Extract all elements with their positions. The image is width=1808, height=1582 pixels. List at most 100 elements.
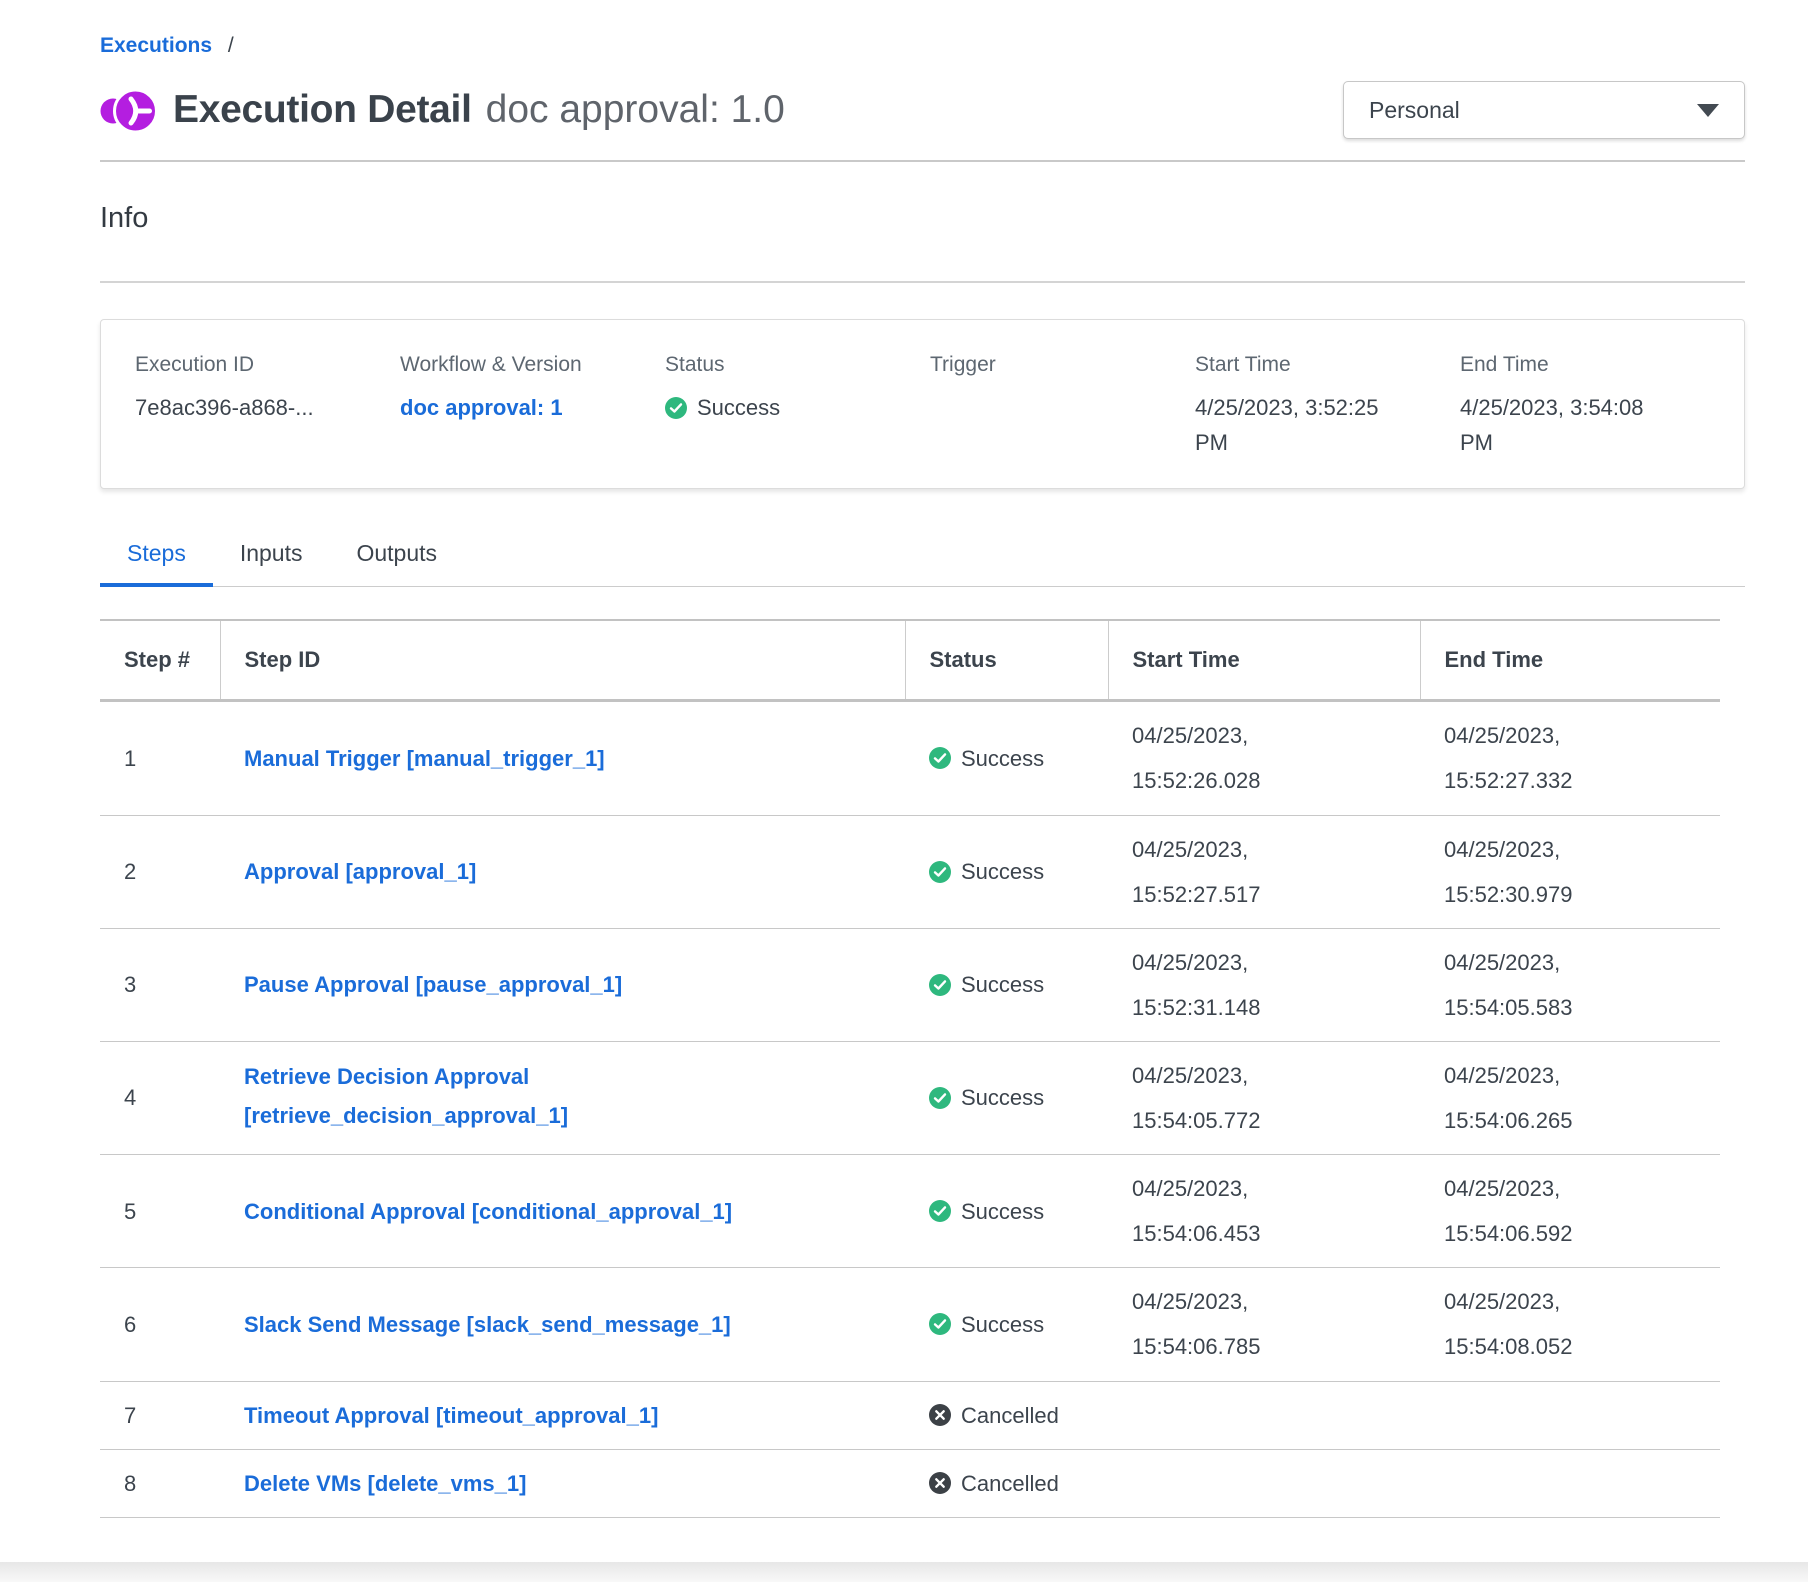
info-field-end-time: End Time4/25/2023, 3:54:08 PM (1460, 353, 1725, 460)
step-id-cell: Pause Approval [pause_approval_1] (220, 928, 905, 1041)
info-field-status: Status Success (665, 353, 930, 460)
column-header-start-time: Start Time (1108, 620, 1420, 701)
step-link[interactable]: Slack Send Message [slack_send_message_1… (244, 1306, 731, 1345)
status-label: Success (961, 736, 1044, 781)
field-label: Start Time (1195, 353, 1405, 377)
column-header-step-id: Step ID (220, 620, 905, 701)
field-label: End Time (1460, 353, 1670, 377)
field-label: Execution ID (135, 353, 345, 377)
check-circle-icon (929, 1313, 951, 1335)
step-end-time-cell (1420, 1381, 1720, 1449)
page-title: Execution Detail (173, 88, 472, 132)
step-end-time-cell: 04/25/2023, 15:52:30.979 (1420, 815, 1720, 928)
step-link[interactable]: Approval [approval_1] (244, 853, 476, 892)
start-time: 04/25/2023, 15:52:31.148 (1132, 940, 1307, 1030)
status-badge: Success (929, 736, 1084, 781)
field-label: Trigger (930, 353, 1140, 377)
step-status-cell: Success (905, 1268, 1108, 1381)
field-value: 7e8ac396-a868-... (135, 390, 345, 425)
check-circle-icon (665, 397, 687, 419)
step-start-time-cell (1108, 1381, 1420, 1449)
field-label: Status (665, 353, 875, 377)
start-time: 04/25/2023, 15:52:27.517 (1132, 827, 1307, 917)
status-label: Success (961, 849, 1044, 894)
start-time: 04/25/2023, 15:52:26.028 (1132, 713, 1307, 803)
check-circle-icon (929, 1200, 951, 1222)
status-badge: Cancelled (929, 1393, 1084, 1438)
workflow-execution-icon (100, 84, 157, 137)
step-end-time-cell: 04/25/2023, 15:54:06.265 (1420, 1041, 1720, 1154)
step-number: 3 (100, 928, 220, 1041)
table-row: 2 Approval [approval_1] Success 04/25/2023,… (100, 815, 1720, 928)
chevron-down-icon (1697, 104, 1719, 117)
step-number: 7 (100, 1381, 220, 1449)
step-link[interactable]: Pause Approval [pause_approval_1] (244, 966, 622, 1005)
scope-select-value: Personal (1369, 97, 1460, 124)
steps-table: Step #Step IDStatusStart TimeEnd Time 1M… (100, 619, 1720, 1517)
status-label: Success (961, 1302, 1044, 1347)
tab-inputs[interactable]: Inputs (213, 525, 330, 587)
step-status-cell: Success (905, 1041, 1108, 1154)
table-row: 7 Timeout Approval [timeout_approval_1] Ca… (100, 1381, 1720, 1449)
status-label: Success (697, 390, 780, 425)
info-field-workflow-version: Workflow & Version doc approval: 1 (400, 353, 665, 460)
end-time: 04/25/2023, 15:52:27.332 (1444, 713, 1619, 803)
end-time: 04/25/2023, 15:52:30.979 (1444, 827, 1619, 917)
execution-detail-page: Executions / Execution Detail doc approv… (0, 0, 1808, 1518)
status-label: Success (961, 1075, 1044, 1120)
table-row: 6Slack Send Message [slack_send_message_… (100, 1268, 1720, 1381)
tabs: StepsInputsOutputs (100, 525, 1745, 587)
step-link[interactable]: Timeout Approval [timeout_approval_1] (244, 1397, 658, 1436)
step-start-time-cell: 04/25/2023, 15:52:26.028 (1108, 701, 1420, 815)
column-header-status: Status (905, 620, 1108, 701)
step-id-cell: Delete VMs [delete_vms_1] (220, 1449, 905, 1517)
workflow-version-link[interactable]: doc approval: 1 (400, 395, 563, 420)
step-status-cell: Success (905, 701, 1108, 815)
step-id-cell: Manual Trigger [manual_trigger_1] (220, 701, 905, 815)
status-label: Cancelled (961, 1461, 1059, 1506)
step-status-cell: Success (905, 928, 1108, 1041)
end-time: 04/25/2023, 15:54:08.052 (1444, 1279, 1619, 1369)
step-end-time-cell (1420, 1449, 1720, 1517)
info-field-execution-id: Execution ID 7e8ac396-a868-... (135, 353, 400, 460)
page-subtitle: doc approval: 1.0 (486, 88, 785, 132)
breadcrumb-link-executions[interactable]: Executions (100, 34, 212, 57)
step-link[interactable]: Conditional Approval [conditional_approv… (244, 1193, 732, 1232)
tab-outputs[interactable]: Outputs (329, 525, 464, 587)
step-end-time-cell: 04/25/2023, 15:54:05.583 (1420, 928, 1720, 1041)
step-id-cell: Retrieve Decision Approval [retrieve_dec… (220, 1041, 905, 1154)
step-start-time-cell: 04/25/2023, 15:54:06.453 (1108, 1155, 1420, 1268)
table-row: 3 Pause Approval [pause_approval_1] Succes… (100, 928, 1720, 1041)
step-id-cell: Timeout Approval [timeout_approval_1] (220, 1381, 905, 1449)
step-link[interactable]: Retrieve Decision Approval [retrieve_dec… (244, 1058, 799, 1135)
page-bottom-edge (0, 1562, 1808, 1582)
step-start-time-cell (1108, 1449, 1420, 1517)
step-number: 8 (100, 1449, 220, 1517)
status-badge: Success (929, 1075, 1084, 1120)
info-heading: Info (100, 202, 1745, 235)
tab-steps[interactable]: Steps (100, 525, 213, 587)
execution-status: Success (665, 390, 875, 425)
column-header-end-time: End Time (1420, 620, 1720, 701)
check-circle-icon (929, 1087, 951, 1109)
status-label: Success (961, 962, 1044, 1007)
scope-select[interactable]: Personal (1343, 81, 1745, 139)
step-status-cell: Success (905, 1155, 1108, 1268)
step-number: 2 (100, 815, 220, 928)
info-field-trigger: Trigger (930, 353, 1195, 460)
breadcrumb: Executions / (100, 28, 1745, 58)
step-link[interactable]: Manual Trigger [manual_trigger_1] (244, 740, 605, 779)
status-badge: Cancelled (929, 1461, 1084, 1506)
step-link[interactable]: Delete VMs [delete_vms_1] (244, 1465, 526, 1504)
step-end-time-cell: 04/25/2023, 15:54:08.052 (1420, 1268, 1720, 1381)
start-time: 04/25/2023, 15:54:05.772 (1132, 1053, 1307, 1143)
table-row: 4Retrieve Decision Approval [retrieve_de… (100, 1041, 1720, 1154)
check-circle-icon (929, 861, 951, 883)
step-number: 5 (100, 1155, 220, 1268)
step-start-time-cell: 04/25/2023, 15:54:06.785 (1108, 1268, 1420, 1381)
page-header: Execution Detail doc approval: 1.0 Perso… (100, 80, 1745, 140)
field-value: doc approval: 1 (400, 390, 610, 425)
end-time: 04/25/2023, 15:54:06.265 (1444, 1053, 1619, 1143)
x-circle-icon (929, 1404, 951, 1426)
field-label: Workflow & Version (400, 353, 610, 377)
